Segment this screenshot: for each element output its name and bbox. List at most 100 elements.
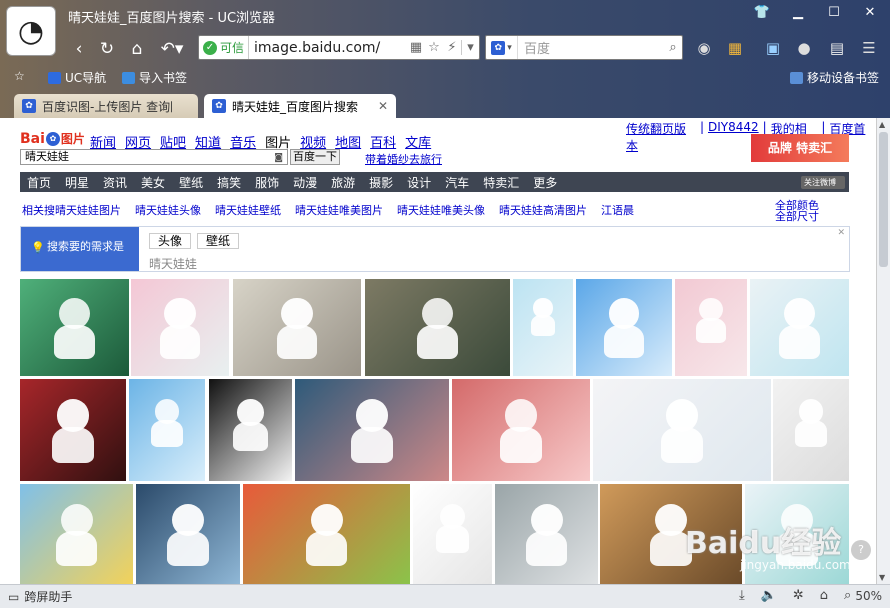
undo-close-button[interactable]: ↶▾ bbox=[156, 38, 188, 60]
wifi-icon[interactable]: ◉ bbox=[693, 37, 715, 59]
scrollbar[interactable]: ▲ ▼ bbox=[876, 118, 890, 584]
cat-sale[interactable]: 特卖汇 bbox=[476, 174, 526, 191]
image-thumbnail[interactable] bbox=[295, 379, 449, 481]
close-button[interactable]: ✕ bbox=[858, 4, 882, 22]
related-item[interactable]: 晴天娃娃图片 bbox=[55, 202, 121, 218]
tab-baidu-shitu[interactable]: ✿ 百度识图-上传图片 查询图 bbox=[14, 94, 198, 118]
security-badge[interactable]: ✓ 可信 bbox=[199, 36, 250, 59]
cat-news[interactable]: 资讯 bbox=[96, 174, 134, 191]
baidu-search-button[interactable]: 百度一下 bbox=[290, 149, 340, 165]
cat-car[interactable]: 汽车 bbox=[438, 174, 476, 191]
cat-travel[interactable]: 旅游 bbox=[324, 174, 362, 191]
image-thumbnail[interactable] bbox=[233, 279, 361, 376]
search-engine-selector[interactable]: ✿ ▾ bbox=[486, 36, 518, 59]
dropdown-icon[interactable]: ▾ bbox=[461, 40, 479, 55]
image-thumbnail[interactable] bbox=[365, 279, 510, 376]
image-thumbnail[interactable] bbox=[20, 279, 129, 376]
image-thumbnail[interactable] bbox=[131, 279, 229, 376]
nav-wenku[interactable]: 文库 bbox=[405, 132, 431, 151]
ad-banner[interactable]: 品牌 特卖汇 bbox=[751, 134, 849, 162]
bookmark-mobile[interactable]: 移动设备书签 bbox=[790, 69, 879, 86]
uc-logo[interactable]: ◔ bbox=[6, 6, 56, 56]
close-icon[interactable]: ✕ bbox=[837, 228, 845, 238]
image-thumbnail[interactable] bbox=[773, 379, 849, 481]
apps-grid-icon[interactable]: ▦ bbox=[724, 37, 746, 59]
image-thumbnail[interactable] bbox=[136, 484, 240, 584]
skin-icon[interactable]: 👕 bbox=[750, 4, 774, 22]
cat-funny[interactable]: 搞笑 bbox=[210, 174, 248, 191]
cat-home[interactable]: 首页 bbox=[20, 174, 58, 191]
need-input[interactable]: 晴天娃娃 bbox=[149, 255, 197, 272]
related-item[interactable]: 晴天娃娃唯美图片 bbox=[295, 202, 383, 218]
filter-colors-sizes[interactable]: 全部颜色 全部尺寸 bbox=[775, 200, 831, 222]
baidu-query-input[interactable]: 晴天娃娃 ◙ bbox=[20, 149, 288, 165]
related-item[interactable]: 晴天娃娃唯美头像 bbox=[397, 202, 485, 218]
image-thumbnail[interactable] bbox=[243, 484, 410, 584]
cross-screen-helper[interactable]: ▭ 跨屏助手 bbox=[0, 588, 72, 605]
search-input[interactable]: 百度 bbox=[518, 38, 664, 57]
download-icon[interactable]: ⤓ bbox=[739, 588, 745, 603]
weibo-follow[interactable]: 关注微博 bbox=[801, 175, 845, 189]
image-thumbnail[interactable] bbox=[129, 379, 205, 481]
back-button[interactable]: ‹ bbox=[68, 38, 90, 60]
search-icon[interactable]: ⌕ bbox=[664, 40, 682, 55]
minimize-button[interactable]: ▁ bbox=[786, 4, 810, 22]
info-icon[interactable]: ? bbox=[851, 540, 871, 560]
related-item[interactable]: 晴天娃娃壁纸 bbox=[215, 202, 281, 218]
cat-design[interactable]: 设计 bbox=[400, 174, 438, 191]
screenshot-icon[interactable]: ▣ bbox=[762, 37, 784, 59]
related-item[interactable]: 晴天娃娃头像 bbox=[135, 202, 201, 218]
image-thumbnail[interactable] bbox=[20, 379, 126, 481]
zoom-level[interactable]: 50% bbox=[855, 589, 882, 603]
bookmark-uc-nav[interactable]: UC导航 bbox=[48, 69, 106, 86]
home-button[interactable]: ⌂ bbox=[126, 38, 148, 60]
page-icon[interactable]: ⌂ bbox=[820, 588, 828, 603]
refresh-button[interactable]: ↻ bbox=[96, 38, 118, 60]
cat-wallpaper[interactable]: 壁纸 bbox=[172, 174, 210, 191]
link-classic-paging[interactable]: 传统翻页版本 bbox=[626, 120, 696, 154]
chip-avatar[interactable]: 头像 bbox=[149, 233, 192, 249]
baidu-logo[interactable]: Bai ✿ 图片 bbox=[20, 130, 85, 147]
promo-link[interactable]: 带着婚纱去旅行 bbox=[365, 151, 442, 167]
address-bar[interactable]: ✓ 可信 image.baidu.com/ ▦ ☆ ⚡ ▾ bbox=[198, 35, 480, 60]
image-thumbnail[interactable] bbox=[209, 379, 292, 481]
star-icon[interactable]: ☆ bbox=[425, 40, 443, 55]
image-thumbnail[interactable] bbox=[576, 279, 672, 376]
image-icon[interactable]: ▤ bbox=[826, 37, 848, 59]
cat-star[interactable]: 明星 bbox=[58, 174, 96, 191]
url-text[interactable]: image.baidu.com/ bbox=[249, 40, 407, 56]
zoom-icon[interactable]: ⌕ bbox=[844, 588, 851, 603]
cat-fashion[interactable]: 服饰 bbox=[248, 174, 286, 191]
settings-icon[interactable]: ✲ bbox=[793, 588, 804, 603]
image-thumbnail[interactable] bbox=[413, 484, 492, 584]
cat-beauty[interactable]: 美女 bbox=[134, 174, 172, 191]
qr-code-icon[interactable]: ▦ bbox=[407, 40, 425, 55]
related-item[interactable]: 江语晨 bbox=[601, 202, 634, 218]
menu-icon[interactable]: ☰ bbox=[858, 37, 880, 59]
search-box[interactable]: ✿ ▾ 百度 ⌕ bbox=[485, 35, 683, 60]
nav-baike[interactable]: 百科 bbox=[370, 132, 396, 151]
volume-icon[interactable]: 🔈 bbox=[761, 588, 777, 603]
scroll-down-icon[interactable]: ▼ bbox=[879, 573, 885, 582]
maximize-button[interactable]: ☐ bbox=[822, 4, 846, 22]
image-thumbnail[interactable] bbox=[593, 379, 771, 481]
tab-qingtian-wawa[interactable]: ✿ 晴天娃娃_百度图片搜索 ✕ bbox=[204, 94, 396, 118]
close-tab-icon[interactable]: ✕ bbox=[378, 99, 388, 113]
globe-icon[interactable]: ● bbox=[793, 37, 815, 59]
chip-wallpaper[interactable]: 壁纸 bbox=[197, 233, 240, 249]
camera-icon[interactable]: ◙ bbox=[274, 151, 283, 165]
related-item[interactable]: 晴天娃娃高清图片 bbox=[499, 202, 587, 218]
scroll-thumb[interactable] bbox=[879, 132, 888, 267]
cat-anime[interactable]: 动漫 bbox=[286, 174, 324, 191]
image-thumbnail[interactable] bbox=[495, 484, 598, 584]
lightning-icon[interactable]: ⚡ bbox=[443, 40, 461, 55]
image-thumbnail[interactable] bbox=[675, 279, 747, 376]
image-thumbnail[interactable] bbox=[750, 279, 849, 376]
scroll-up-icon[interactable]: ▲ bbox=[879, 120, 885, 129]
image-thumbnail[interactable] bbox=[20, 484, 133, 584]
image-thumbnail[interactable] bbox=[513, 279, 573, 376]
cat-photo[interactable]: 摄影 bbox=[362, 174, 400, 191]
bookmark-import[interactable]: 导入书签 bbox=[122, 69, 187, 86]
image-thumbnail[interactable] bbox=[452, 379, 590, 481]
cat-more[interactable]: 更多 bbox=[526, 174, 564, 191]
